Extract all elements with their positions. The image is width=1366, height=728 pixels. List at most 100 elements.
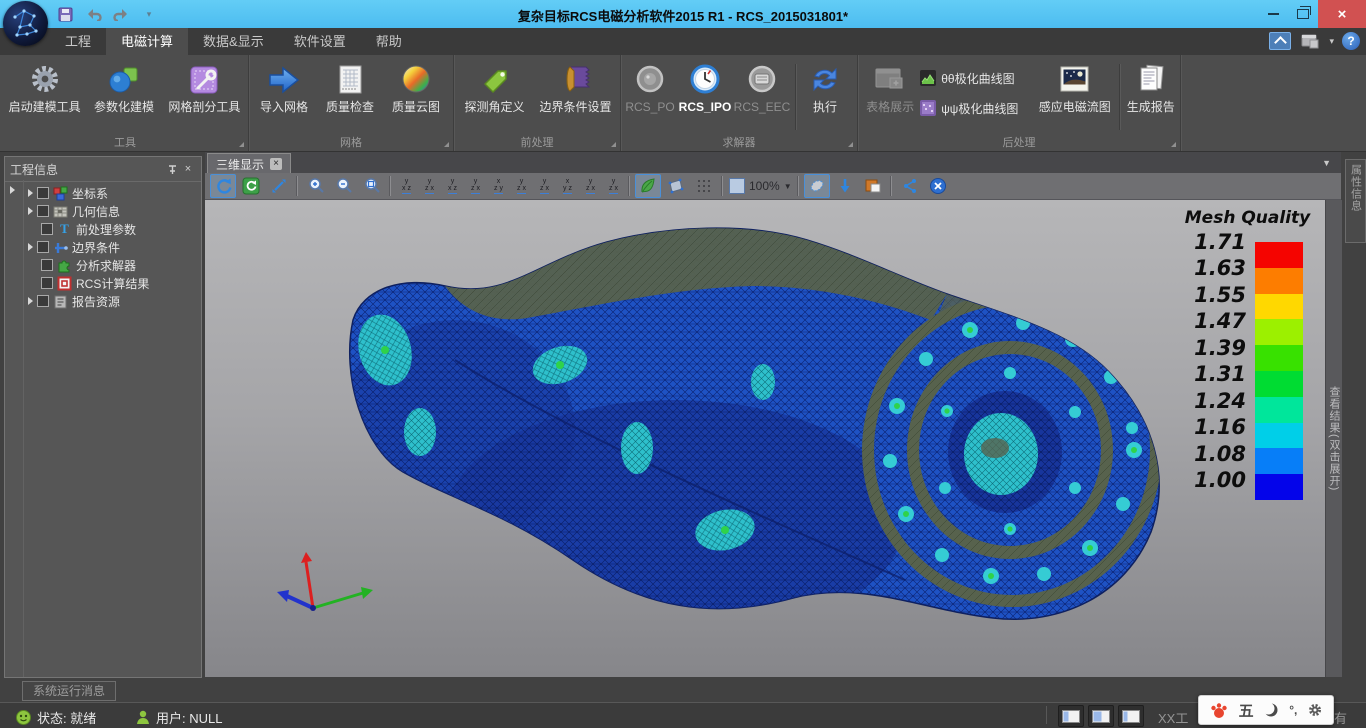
launch-modeling-tool-button[interactable]: 启动建模工具 xyxy=(4,58,85,132)
half-moon-icon[interactable] xyxy=(1263,702,1279,718)
close-circle-icon[interactable] xyxy=(925,174,951,198)
tab-3d-display[interactable]: 三维显示 × xyxy=(207,153,291,174)
checkbox[interactable] xyxy=(41,259,53,271)
menu-tab-settings[interactable]: 软件设置 xyxy=(279,28,361,55)
view-orientation-5-icon[interactable]: xz y xyxy=(488,175,509,197)
parametric-modeling-button[interactable]: 参数化建模 xyxy=(85,58,162,132)
flow-share-icon[interactable] xyxy=(897,174,923,198)
save-icon[interactable] xyxy=(56,5,74,23)
menu-tab-data-display[interactable]: 数据&显示 xyxy=(188,28,279,55)
point-cloud-icon[interactable] xyxy=(691,174,717,198)
view-orientation-9-icon[interactable]: yz x xyxy=(580,175,601,197)
tree-item-rcs-results[interactable]: RCS计算结果 xyxy=(24,274,201,292)
pin-icon[interactable] xyxy=(164,162,180,176)
import-mesh-button[interactable]: 导入网格 xyxy=(251,58,317,132)
zoom-window-icon[interactable] xyxy=(359,174,385,198)
table-display-button[interactable]: 表格展示 xyxy=(860,58,920,132)
checkbox[interactable] xyxy=(41,277,53,289)
quality-check-button[interactable]: 质量检查 xyxy=(317,58,383,132)
ime-gear-icon[interactable] xyxy=(1307,702,1323,718)
expander-icon[interactable] xyxy=(28,243,33,251)
view-orientation-3-icon[interactable]: yx z xyxy=(442,175,463,197)
tree-item-analysis-solver[interactable]: 分析求解器 xyxy=(24,256,201,274)
menu-tab-project[interactable]: 工程 xyxy=(50,28,106,55)
view-orientation-6-icon[interactable]: yz x xyxy=(511,175,532,197)
checkbox[interactable] xyxy=(41,223,53,235)
rail-expander-icon[interactable] xyxy=(10,186,15,194)
induced-current-map-button[interactable]: 感应电磁流图 xyxy=(1035,58,1115,132)
app-logo-icon[interactable] xyxy=(3,1,48,46)
detect-angle-button[interactable]: 探测角定义 xyxy=(456,58,533,132)
minimize-button[interactable] xyxy=(1258,0,1288,28)
collapse-ribbon-icon[interactable] xyxy=(1269,32,1291,50)
reset-view-icon[interactable] xyxy=(238,174,264,198)
layout-left-narrow-icon[interactable] xyxy=(1118,705,1144,727)
expander-icon[interactable] xyxy=(28,189,33,197)
expander-icon[interactable] xyxy=(28,297,33,305)
close-button[interactable]: × xyxy=(1318,0,1366,28)
menu-tab-em-compute[interactable]: 电磁计算 xyxy=(106,28,188,55)
checkbox[interactable] xyxy=(37,205,49,217)
rcs-eec-button[interactable]: RCS_EEC xyxy=(733,58,791,132)
ime-punctuation-mode[interactable]: °, xyxy=(1289,703,1297,717)
arrow-down-icon[interactable] xyxy=(832,174,858,198)
panel-close-icon[interactable]: × xyxy=(180,162,196,176)
quality-contour-button[interactable]: 质量云图 xyxy=(383,58,449,132)
tree-item-report-resources[interactable]: 报告资源 xyxy=(24,292,201,310)
view-orientation-1-icon[interactable]: yx z xyxy=(396,175,417,197)
copy-view-icon[interactable] xyxy=(860,174,886,198)
view-orientation-2-icon[interactable]: yz x xyxy=(419,175,440,197)
group-expand-icon[interactable] xyxy=(1171,142,1176,147)
report-dropdown-icon[interactable]: ▾ xyxy=(1329,36,1334,47)
ime-wubi-mode[interactable]: 五 xyxy=(1239,700,1254,721)
redo-icon[interactable] xyxy=(112,5,130,23)
expander-icon[interactable] xyxy=(28,207,33,215)
view-orientation-8-icon[interactable]: xy z xyxy=(557,175,578,197)
layout-left-wide-icon[interactable] xyxy=(1088,705,1114,727)
group-expand-icon[interactable] xyxy=(611,142,616,147)
quick-access-dropdown-icon[interactable]: ▾ xyxy=(140,5,158,23)
tab-close-icon[interactable]: × xyxy=(270,158,282,170)
tab-list-dropdown-icon[interactable]: ▼ xyxy=(1322,158,1331,168)
boundary-condition-button[interactable]: 边界条件设置 xyxy=(533,58,618,132)
layout-left-panel-icon[interactable] xyxy=(1058,705,1084,727)
checkbox[interactable] xyxy=(37,241,49,253)
group-expand-icon[interactable] xyxy=(239,142,244,147)
checkbox[interactable] xyxy=(37,295,49,307)
zoom-out-icon[interactable] xyxy=(331,174,357,198)
zoom-percent-dropdown[interactable]: 100% ▼ xyxy=(729,178,792,194)
view-orientation-7-icon[interactable]: yz x xyxy=(534,175,555,197)
view-results-strip[interactable]: 查看结果(双击展开) xyxy=(1325,200,1342,677)
shaded-leaf-icon[interactable] xyxy=(635,174,661,198)
theta-polarization-curve-button[interactable]: θθ极化曲线图 xyxy=(920,67,1035,89)
system-messages-tab[interactable]: 系统运行消息 xyxy=(22,681,116,701)
help-icon[interactable]: ? xyxy=(1342,32,1360,50)
group-expand-icon[interactable] xyxy=(848,142,853,147)
rcs-ipo-button[interactable]: RCS_IPO xyxy=(677,58,733,132)
checkbox[interactable] xyxy=(37,187,49,199)
group-expand-icon[interactable] xyxy=(444,142,449,147)
property-info-tab[interactable]: 属性信息 xyxy=(1345,159,1366,243)
menu-tab-help[interactable]: 帮助 xyxy=(361,28,417,55)
restore-button[interactable] xyxy=(1288,0,1318,28)
rcs-po-button[interactable]: RCS_PO xyxy=(623,58,677,132)
zoom-in-icon[interactable] xyxy=(303,174,329,198)
tree-item-boundary-conditions[interactable]: 边界条件 xyxy=(24,238,201,256)
generate-report-button[interactable]: 生成报告 xyxy=(1124,58,1178,132)
tree-item-geometry-info[interactable]: 几何信息 xyxy=(24,202,201,220)
fit-view-arrow-icon[interactable] xyxy=(266,174,292,198)
wireframe-surface-icon[interactable] xyxy=(663,174,689,198)
undo-icon[interactable] xyxy=(84,5,102,23)
execute-button[interactable]: 执行 xyxy=(800,58,850,132)
view-orientation-4-icon[interactable]: yz x xyxy=(465,175,486,197)
tree-item-coordinate-system[interactable]: 坐标系 xyxy=(24,184,201,202)
view-orientation-10-icon[interactable]: yz x xyxy=(603,175,624,197)
report-window-icon[interactable] xyxy=(1299,31,1321,51)
rotate-view-icon[interactable] xyxy=(210,174,236,198)
viewport-3d-canvas[interactable]: Mesh Quality 1.71 1.63 1.55 1.47 1.39 1.… xyxy=(205,200,1325,677)
pick-face-icon[interactable] xyxy=(804,174,830,198)
meshing-tool-button[interactable]: 网格剖分工具 xyxy=(163,58,246,132)
psi-polarization-curve-button[interactable]: ψψ极化曲线图 xyxy=(920,97,1035,119)
baidu-paw-icon[interactable] xyxy=(1209,701,1229,719)
tree-item-preprocess-params[interactable]: T 前处理参数 xyxy=(24,220,201,238)
